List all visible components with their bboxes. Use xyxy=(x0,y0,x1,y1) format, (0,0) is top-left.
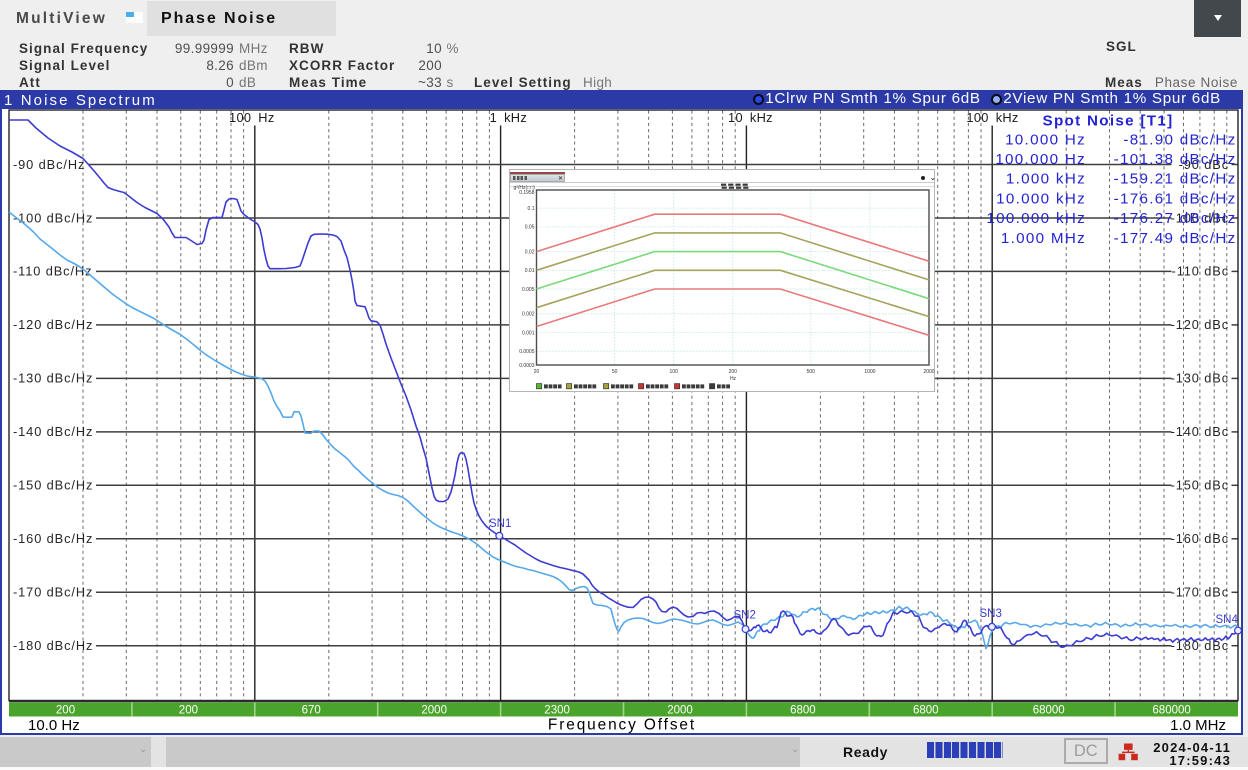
svg-text:-180 dBc/Hz: -180 dBc/Hz xyxy=(13,638,93,653)
svg-text:2300: 2300 xyxy=(544,705,570,717)
svg-text:-100 dBc/Hz: -100 dBc/Hz xyxy=(13,210,93,225)
svg-text:-150 dBc/Hz: -150 dBc/Hz xyxy=(13,478,93,493)
svg-text:-176.27 dBc/Hz: -176.27 dBc/Hz xyxy=(1114,210,1237,227)
svg-text:0.0005: 0.0005 xyxy=(519,349,535,355)
svg-text:0.01: 0.01 xyxy=(524,268,534,274)
svg-text:100: 100 xyxy=(229,110,251,125)
svg-text:6800: 6800 xyxy=(790,705,816,717)
svg-text:200: 200 xyxy=(728,369,737,375)
svg-text:-130 dBc/Hz: -130 dBc/Hz xyxy=(13,371,93,386)
svg-text:-160 dBc/Hz: -160 dBc/Hz xyxy=(13,531,93,546)
svg-text:670: 670 xyxy=(302,705,321,717)
svg-text:0.1: 0.1 xyxy=(527,206,534,212)
svg-text:-176.61 dBc/Hz: -176.61 dBc/Hz xyxy=(1114,190,1237,207)
svg-text:2000: 2000 xyxy=(667,705,693,717)
svg-text:kHz: kHz xyxy=(504,110,527,125)
svg-text:-150 dBc: -150 dBc xyxy=(1171,478,1229,493)
svg-text:100: 100 xyxy=(966,110,988,125)
svg-text:-110 dBc/Hz: -110 dBc/Hz xyxy=(13,264,92,279)
svg-text:0.005: 0.005 xyxy=(521,287,534,293)
svg-text:20: 20 xyxy=(533,369,539,375)
svg-text:SN3: SN3 xyxy=(980,608,1002,620)
svg-text:SN1: SN1 xyxy=(489,518,511,530)
svg-text:100.000 kHz: 100.000 kHz xyxy=(986,210,1086,227)
svg-text:-140 dBc/Hz: -140 dBc/Hz xyxy=(13,424,93,439)
svg-text:68000: 68000 xyxy=(1033,705,1065,717)
svg-text:Hz: Hz xyxy=(258,110,274,125)
svg-text:0.1958: 0.1958 xyxy=(519,190,535,196)
svg-text:-177.49 dBc/Hz: -177.49 dBc/Hz xyxy=(1114,230,1237,247)
svg-text:2000: 2000 xyxy=(421,705,447,717)
svg-text:680000: 680000 xyxy=(1152,705,1190,717)
svg-text:Hz: Hz xyxy=(729,376,736,382)
svg-text:SN2: SN2 xyxy=(734,610,756,622)
svg-text:Frequency Offset: Frequency Offset xyxy=(548,717,696,734)
svg-text:0.001: 0.001 xyxy=(521,330,534,336)
svg-text:6800: 6800 xyxy=(913,705,939,717)
svg-text:1.0 MHz: 1.0 MHz xyxy=(1170,717,1226,733)
svg-text:10.000 kHz: 10.000 kHz xyxy=(996,190,1086,207)
svg-text:500: 500 xyxy=(806,369,815,375)
svg-text:-130 dBc: -130 dBc xyxy=(1171,371,1229,386)
svg-text:-120 dBc: -120 dBc xyxy=(1171,317,1229,332)
svg-text:0.02: 0.02 xyxy=(524,249,534,255)
svg-text:200: 200 xyxy=(179,705,198,717)
svg-text:-90 dBc/Hz: -90 dBc/Hz xyxy=(13,157,85,172)
svg-text:-120 dBc/Hz: -120 dBc/Hz xyxy=(13,317,93,332)
svg-text:-81.90 dBc/Hz: -81.90 dBc/Hz xyxy=(1123,131,1236,148)
svg-text:-110 dBc: -110 dBc xyxy=(1172,264,1229,279)
svg-text:-140 dBc: -140 dBc xyxy=(1171,424,1229,439)
svg-text:SN4: SN4 xyxy=(1216,614,1239,626)
svg-text:-159.21 dBc/Hz: -159.21 dBc/Hz xyxy=(1114,171,1237,188)
svg-text:1000: 1000 xyxy=(864,369,875,375)
svg-text:10.0 Hz: 10.0 Hz xyxy=(28,717,80,733)
svg-text:50: 50 xyxy=(611,369,617,375)
svg-text:-170 dBc: -170 dBc xyxy=(1171,585,1229,600)
svg-text:100.000 Hz: 100.000 Hz xyxy=(995,151,1086,168)
svg-text:10: 10 xyxy=(728,110,743,125)
svg-text:kHz: kHz xyxy=(750,110,773,125)
svg-text:100: 100 xyxy=(669,369,678,375)
svg-text:200: 200 xyxy=(56,705,75,717)
svg-text:-170 dBc/Hz: -170 dBc/Hz xyxy=(13,585,93,600)
svg-text:10.000 Hz: 10.000 Hz xyxy=(1005,131,1086,148)
svg-text:-160 dBc: -160 dBc xyxy=(1171,531,1229,546)
svg-text:0.002: 0.002 xyxy=(521,312,534,318)
svg-text:1.000 MHz: 1.000 MHz xyxy=(1001,230,1086,247)
svg-text:2000: 2000 xyxy=(923,369,934,375)
svg-text:Spot Noise [T1]: Spot Noise [T1] xyxy=(1043,113,1174,130)
svg-text:0.05: 0.05 xyxy=(524,225,534,231)
svg-text:1.000 kHz: 1.000 kHz xyxy=(1006,171,1086,188)
svg-text:1: 1 xyxy=(490,110,497,125)
svg-text:-101.38 dBc/Hz: -101.38 dBc/Hz xyxy=(1114,151,1237,168)
svg-text:kHz: kHz xyxy=(996,110,1019,125)
svg-text:0.0003: 0.0003 xyxy=(519,363,535,369)
